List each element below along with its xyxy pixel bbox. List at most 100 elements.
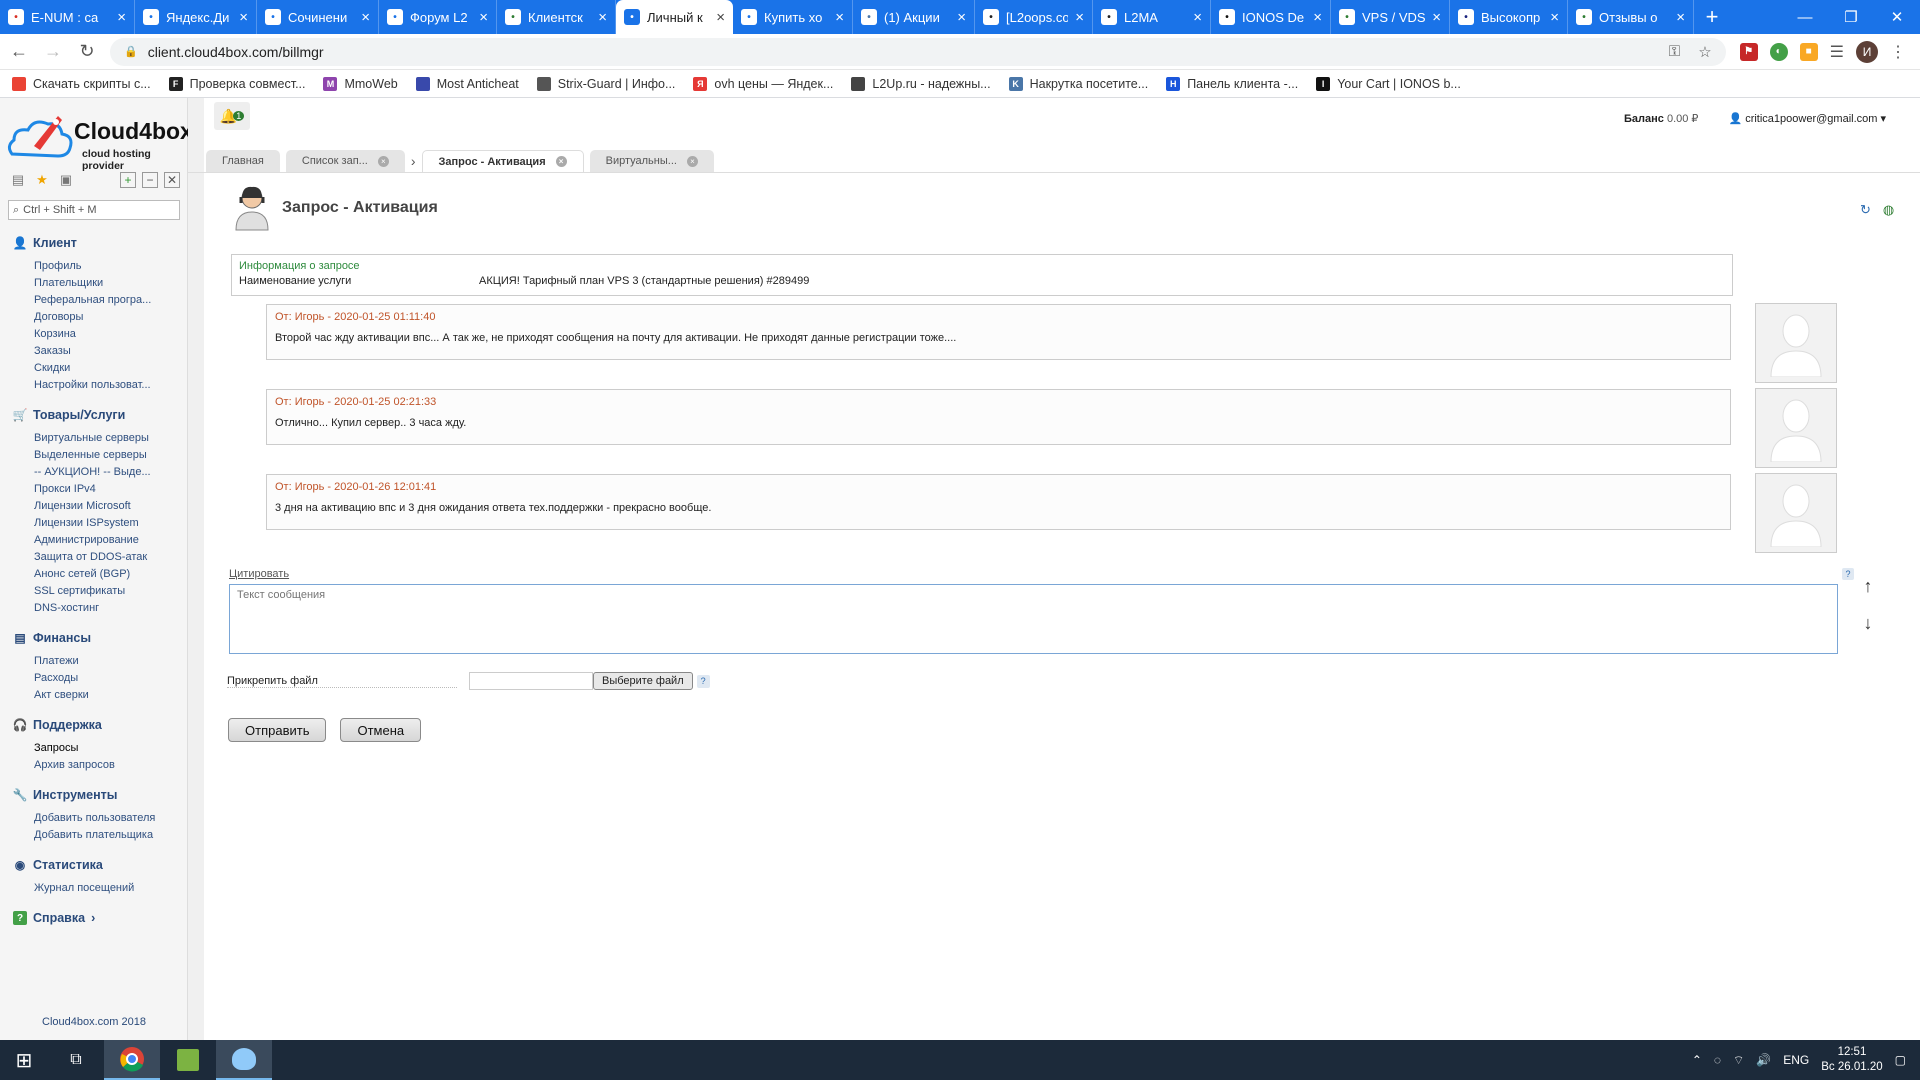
quote-link[interactable]: Цитировать (229, 568, 289, 580)
cloud4box-logo[interactable]: Cloud4box cloud hosting provider (4, 108, 193, 172)
close-tab-icon[interactable]: × (686, 155, 698, 167)
bookmark-item[interactable]: L2Up.ru - надежны... (851, 76, 991, 91)
sidebar-item[interactable]: Лицензии Microsoft (0, 498, 188, 515)
sidebar-group-header[interactable]: 🔧 Инструменты (0, 788, 188, 802)
user-menu[interactable]: 👤 critica1poower@gmail.com ▾ (1728, 112, 1886, 125)
close-tab-icon[interactable]: × (1550, 10, 1559, 25)
browser-tab[interactable]: • IONOS De × (1211, 0, 1331, 34)
browser-tab[interactable]: • VPS / VDS × (1331, 0, 1450, 34)
close-window-icon[interactable]: ✕ (1874, 0, 1920, 34)
browser-tab[interactable]: • Купить хо × (733, 0, 853, 34)
sidebar-group-header[interactable]: 🎧 Поддержка (0, 718, 188, 732)
close-tab-icon[interactable]: × (555, 156, 567, 167)
page-tab[interactable]: Список зап... × (285, 150, 405, 172)
notification-bell-icon[interactable]: 🔔 1 (214, 102, 250, 130)
bookmark-item[interactable]: H Панель клиента -... (1166, 76, 1298, 91)
sidebar-search-input[interactable]: ⌕ Ctrl + Shift + M (8, 200, 180, 220)
windows-start-icon[interactable]: ⊞ (0, 1040, 48, 1080)
clock[interactable]: 12:51 Вс 26.01.20 (1821, 1045, 1882, 1075)
close-tab-icon[interactable]: × (835, 10, 844, 25)
close-tab-icon[interactable]: × (479, 10, 488, 25)
close-tab-icon[interactable]: × (117, 10, 126, 25)
playlist-icon[interactable]: ☰ (1830, 42, 1844, 62)
close-tab-icon[interactable]: × (957, 10, 966, 25)
wifi-icon[interactable]: ⌔ (1733, 1053, 1744, 1068)
profile-avatar[interactable]: И (1856, 40, 1878, 63)
close-tab-icon[interactable]: × (239, 10, 248, 25)
volume-icon[interactable]: 🔊 (1756, 1053, 1771, 1067)
sidebar-group-header[interactable]: 🛒 Товары/Услуги (0, 408, 188, 422)
refresh-icon[interactable]: ↻ (1860, 202, 1871, 218)
extension-icon[interactable]: ⚑ (1739, 42, 1758, 61)
help-icon[interactable]: ? (1842, 568, 1854, 580)
favorites-star-icon[interactable]: ★ (34, 172, 50, 188)
sidebar-item[interactable]: Добавить плательщика (0, 827, 188, 844)
back-icon[interactable]: ← (4, 37, 34, 67)
sidebar-item[interactable]: Настройки пользоват... (0, 377, 188, 394)
sidebar-item[interactable]: Запросы (0, 740, 188, 757)
sidebar-item[interactable]: Скидки (0, 360, 188, 377)
close-tab-icon[interactable]: × (377, 155, 389, 167)
extension-icon[interactable]: ■ (1799, 42, 1818, 61)
bookmark-item[interactable]: Most Anticheat (415, 76, 519, 91)
menu-icon[interactable]: ⋮ (1890, 42, 1906, 62)
extension-icon[interactable]: ◐ (1769, 42, 1788, 61)
close-tab-icon[interactable]: × (1193, 10, 1202, 25)
sidebar-item[interactable]: Виртуальные серверы (0, 430, 188, 447)
browser-tab[interactable]: • Клиентск × (497, 0, 616, 34)
restore-icon[interactable]: ❐ (1828, 0, 1874, 34)
sidebar-item[interactable]: SSL сертификаты (0, 583, 188, 600)
sidebar-item[interactable]: -- АУКЦИОН! -- Выде... (0, 464, 188, 481)
bookmark-item[interactable]: Strix-Guard | Инфо... (536, 76, 675, 91)
close-tab-icon[interactable]: × (1313, 10, 1322, 25)
resize-arrows[interactable]: ↑ ↓ (1860, 576, 1876, 634)
close-tab-icon[interactable]: × (598, 10, 607, 25)
close-tab-icon[interactable]: × (1676, 10, 1685, 25)
language-indicator[interactable]: ENG (1783, 1053, 1809, 1067)
list-icon[interactable]: ▤ (10, 172, 26, 188)
choose-file-button[interactable]: Выберите файл (593, 672, 693, 690)
bookmark-item[interactable]: Яovh цены — Яндек... (693, 76, 833, 91)
reload-icon[interactable]: ↻ (72, 37, 102, 67)
new-tab-button[interactable]: + (1694, 0, 1730, 34)
sidebar-group-header[interactable]: 👤 Клиент (0, 236, 188, 250)
sidebar-item[interactable]: Журнал посещений (0, 880, 188, 897)
bookmark-item[interactable]: Скачать скрипты с... (12, 76, 151, 91)
sidebar-item[interactable]: Платежи (0, 653, 188, 670)
sidebar-item[interactable]: DNS-хостинг (0, 600, 188, 617)
address-bar[interactable]: 🔒 client.cloud4box.com/billmgr ⚿ ☆ (110, 37, 1726, 66)
browser-tab[interactable]: • Яндекс.Ди × (135, 0, 257, 34)
browser-tab[interactable]: • E-NUM : ca × (0, 0, 135, 34)
sidebar-item[interactable]: Акт сверки (0, 687, 188, 704)
minimize-icon[interactable]: — (1782, 0, 1828, 34)
send-button[interactable]: Отправить (228, 718, 327, 742)
bookmark-item[interactable]: K Накрутка посетите... (1008, 76, 1148, 91)
browser-tab[interactable]: • [L2oops.co × (975, 0, 1093, 34)
page-tab[interactable]: Запрос - Активация × (421, 150, 584, 172)
bookmark-item[interactable]: I Your Cart | IONOS b... (1316, 76, 1461, 91)
sidebar-item[interactable]: Профиль (0, 258, 188, 275)
sidebar-item[interactable]: Защита от DDOS-атак (0, 549, 188, 566)
globe-icon[interactable]: ◍ (1883, 202, 1894, 218)
browser-tab[interactable]: • L2MA × (1093, 0, 1211, 34)
sidebar-item[interactable]: Администрирование (0, 532, 188, 549)
sidebar-item[interactable]: Плательщики (0, 275, 188, 292)
browser-tab[interactable]: • Отзывы о × (1568, 0, 1694, 34)
bookmark-star-icon[interactable]: ☆ (1698, 43, 1711, 61)
forward-icon[interactable]: → (38, 37, 68, 67)
sidebar-item[interactable]: Расходы (0, 670, 188, 687)
page-tab[interactable]: Виртуальны... × (589, 150, 714, 172)
sidebar-item[interactable]: Договоры (0, 309, 188, 326)
close-tab-icon[interactable]: × (361, 10, 370, 25)
file-name-field[interactable] (469, 672, 593, 690)
notifications-icon[interactable]: ▢ (1895, 1053, 1906, 1067)
close-tab-icon[interactable]: × (716, 10, 725, 25)
chrome-taskbar-icon[interactable] (104, 1040, 160, 1080)
message-textarea[interactable] (229, 584, 1838, 654)
collapse-all-icon[interactable]: − (142, 172, 158, 188)
browser-tab[interactable]: • Высокопр × (1450, 0, 1568, 34)
close-tab-icon[interactable]: × (1432, 10, 1441, 25)
sidebar-group-header[interactable]: ? Справка › (0, 911, 188, 925)
sidebar-group-header[interactable]: ◉ Статистика (0, 858, 188, 872)
sidebar-group-header[interactable]: ▤ Финансы (0, 631, 188, 645)
